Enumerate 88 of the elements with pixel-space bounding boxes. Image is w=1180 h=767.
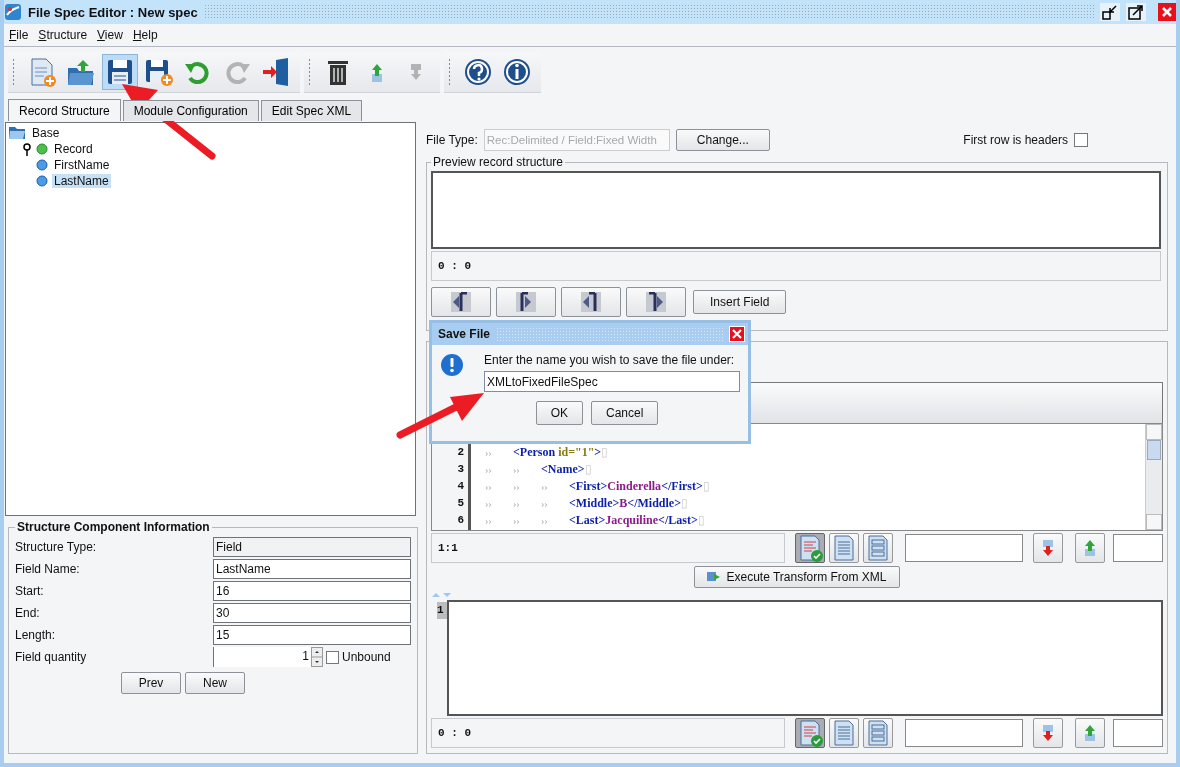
dialog-title: Save File [438, 327, 491, 341]
file-type-field: Rec:Delimited / Field:Fixed Width [483, 129, 670, 151]
code-line: ›› <Person id="1">▯ [485, 444, 610, 461]
field-boundary-button[interactable] [626, 287, 686, 317]
menu-item[interactable]: Structure [33, 28, 93, 42]
menu-item[interactable]: Help [127, 28, 163, 42]
field-label: End: [15, 606, 41, 620]
line-number: 5 [456, 496, 465, 511]
checkbox-label: First row is headers [963, 133, 1068, 147]
field-icon [36, 175, 48, 187]
tree-item[interactable]: LastName [52, 174, 111, 188]
record-icon [36, 143, 48, 155]
tree-item[interactable]: Base [30, 126, 62, 140]
cursor-position: 1:1 [431, 533, 785, 563]
spinner-field[interactable]: 1 [213, 647, 323, 667]
line-number: 1 [437, 602, 447, 619]
field-boundary-button[interactable] [561, 287, 621, 317]
field-label: Structure Type: [15, 540, 98, 554]
tab[interactable]: Edit Spec XML [260, 100, 363, 121]
expand-handle-icon[interactable] [22, 142, 32, 156]
scrollbar[interactable] [1145, 424, 1162, 530]
panel-title: Structure Component Information [16, 520, 211, 534]
play-icon [707, 571, 722, 583]
cursor-position: 0 : 0 [431, 251, 1161, 281]
folder-icon [8, 126, 26, 140]
field-label: Field quantity [15, 650, 88, 664]
dialog-message: Enter the name you wish to save the file under: [484, 353, 736, 367]
insert-field-button[interactable]: Insert Field [693, 290, 787, 314]
tree-item[interactable]: FirstName [52, 158, 112, 172]
view-mode-button[interactable] [829, 533, 859, 563]
readonly-field[interactable]: Field [213, 537, 411, 557]
line-number: 3 [456, 462, 465, 477]
spinner-arrows-icon[interactable] [311, 647, 323, 667]
panel-title: Preview record structure [432, 155, 565, 169]
field-label: Length: [15, 628, 57, 642]
window-title: File Spec Editor : New spec [28, 4, 198, 20]
find-next-button[interactable] [1033, 533, 1063, 563]
app-logo-icon [4, 3, 22, 21]
execute-transform-button[interactable]: Execute Transform From XML [694, 566, 900, 588]
menu-item[interactable]: View [92, 28, 128, 42]
field-icon [36, 159, 48, 171]
tab[interactable]: Record Structure [8, 99, 121, 121]
line-number: 4 [456, 479, 465, 494]
search-field[interactable] [905, 534, 1023, 562]
cursor-position: 0 : 0 [431, 718, 785, 748]
view-mode-button[interactable] [863, 533, 893, 563]
code-line: ›› ›› ›› <First>Cinderella</First>▯ [485, 478, 711, 495]
close-icon[interactable] [729, 326, 745, 342]
input-field[interactable]: LastName [213, 559, 411, 579]
code-line: ›› ›› ›› <Last>Jacquiline</Last>▯ [485, 512, 706, 529]
tree-item[interactable]: Record [52, 142, 95, 156]
menu-item[interactable]: File [4, 28, 34, 42]
save-icon[interactable] [102, 53, 138, 90]
line-field[interactable] [1113, 534, 1163, 562]
find-previous-button[interactable] [1075, 533, 1105, 563]
tab[interactable]: Module Configuration [122, 100, 259, 121]
input-field[interactable]: 15 [213, 625, 411, 645]
code-line: ›› ›› <Name>▯ [485, 461, 593, 478]
view-mode-button[interactable] [863, 718, 893, 748]
xml-editor[interactable]: 2 3 4 5 6 ›› <Person id="1">▯ ›› ›› <Name>▯ ›› ›› ›› <First>Cinderella</First>▯ ›› ›› ›› <Middle>B</Middle>▯ ›› ›› ›› <Last>Jacquiline</Last>▯ [431, 423, 1163, 531]
search-field[interactable] [905, 719, 1023, 747]
view-mode-button[interactable] [829, 718, 859, 748]
field-boundary-button[interactable] [496, 287, 556, 317]
field-boundary-button[interactable] [431, 287, 491, 317]
find-previous-button[interactable] [1075, 718, 1105, 748]
maximize-icon[interactable] [1126, 3, 1146, 21]
line-number: 6 [456, 513, 465, 528]
information-icon [440, 353, 464, 377]
field-label: Start: [15, 584, 45, 598]
close-icon[interactable] [1158, 3, 1176, 21]
dialog-button[interactable]: OK [535, 401, 583, 425]
code-line: ›› ›› ›› <Middle>B</Middle>▯ [485, 495, 690, 512]
view-mode-button[interactable] [795, 533, 825, 563]
dialog-button[interactable]: Cancel [591, 401, 659, 425]
view-mode-button[interactable] [795, 718, 825, 748]
nav-button[interactable]: Prev [121, 672, 181, 694]
field-label: Field Name: [15, 562, 81, 576]
nav-button[interactable]: New [185, 672, 245, 694]
line-number: 2 [456, 445, 465, 460]
file-name-field[interactable]: XMLtoFixedFileSpec [484, 371, 740, 392]
input-field[interactable]: 16 [213, 581, 411, 601]
checkbox-label: Unbound [342, 650, 391, 664]
input-field[interactable]: 30 [213, 603, 411, 623]
restore-icon[interactable] [1100, 3, 1120, 21]
checkbox[interactable] [326, 650, 339, 664]
field-label: File Type: [426, 133, 478, 147]
find-next-button[interactable] [1033, 718, 1063, 748]
line-field[interactable] [1113, 719, 1163, 747]
